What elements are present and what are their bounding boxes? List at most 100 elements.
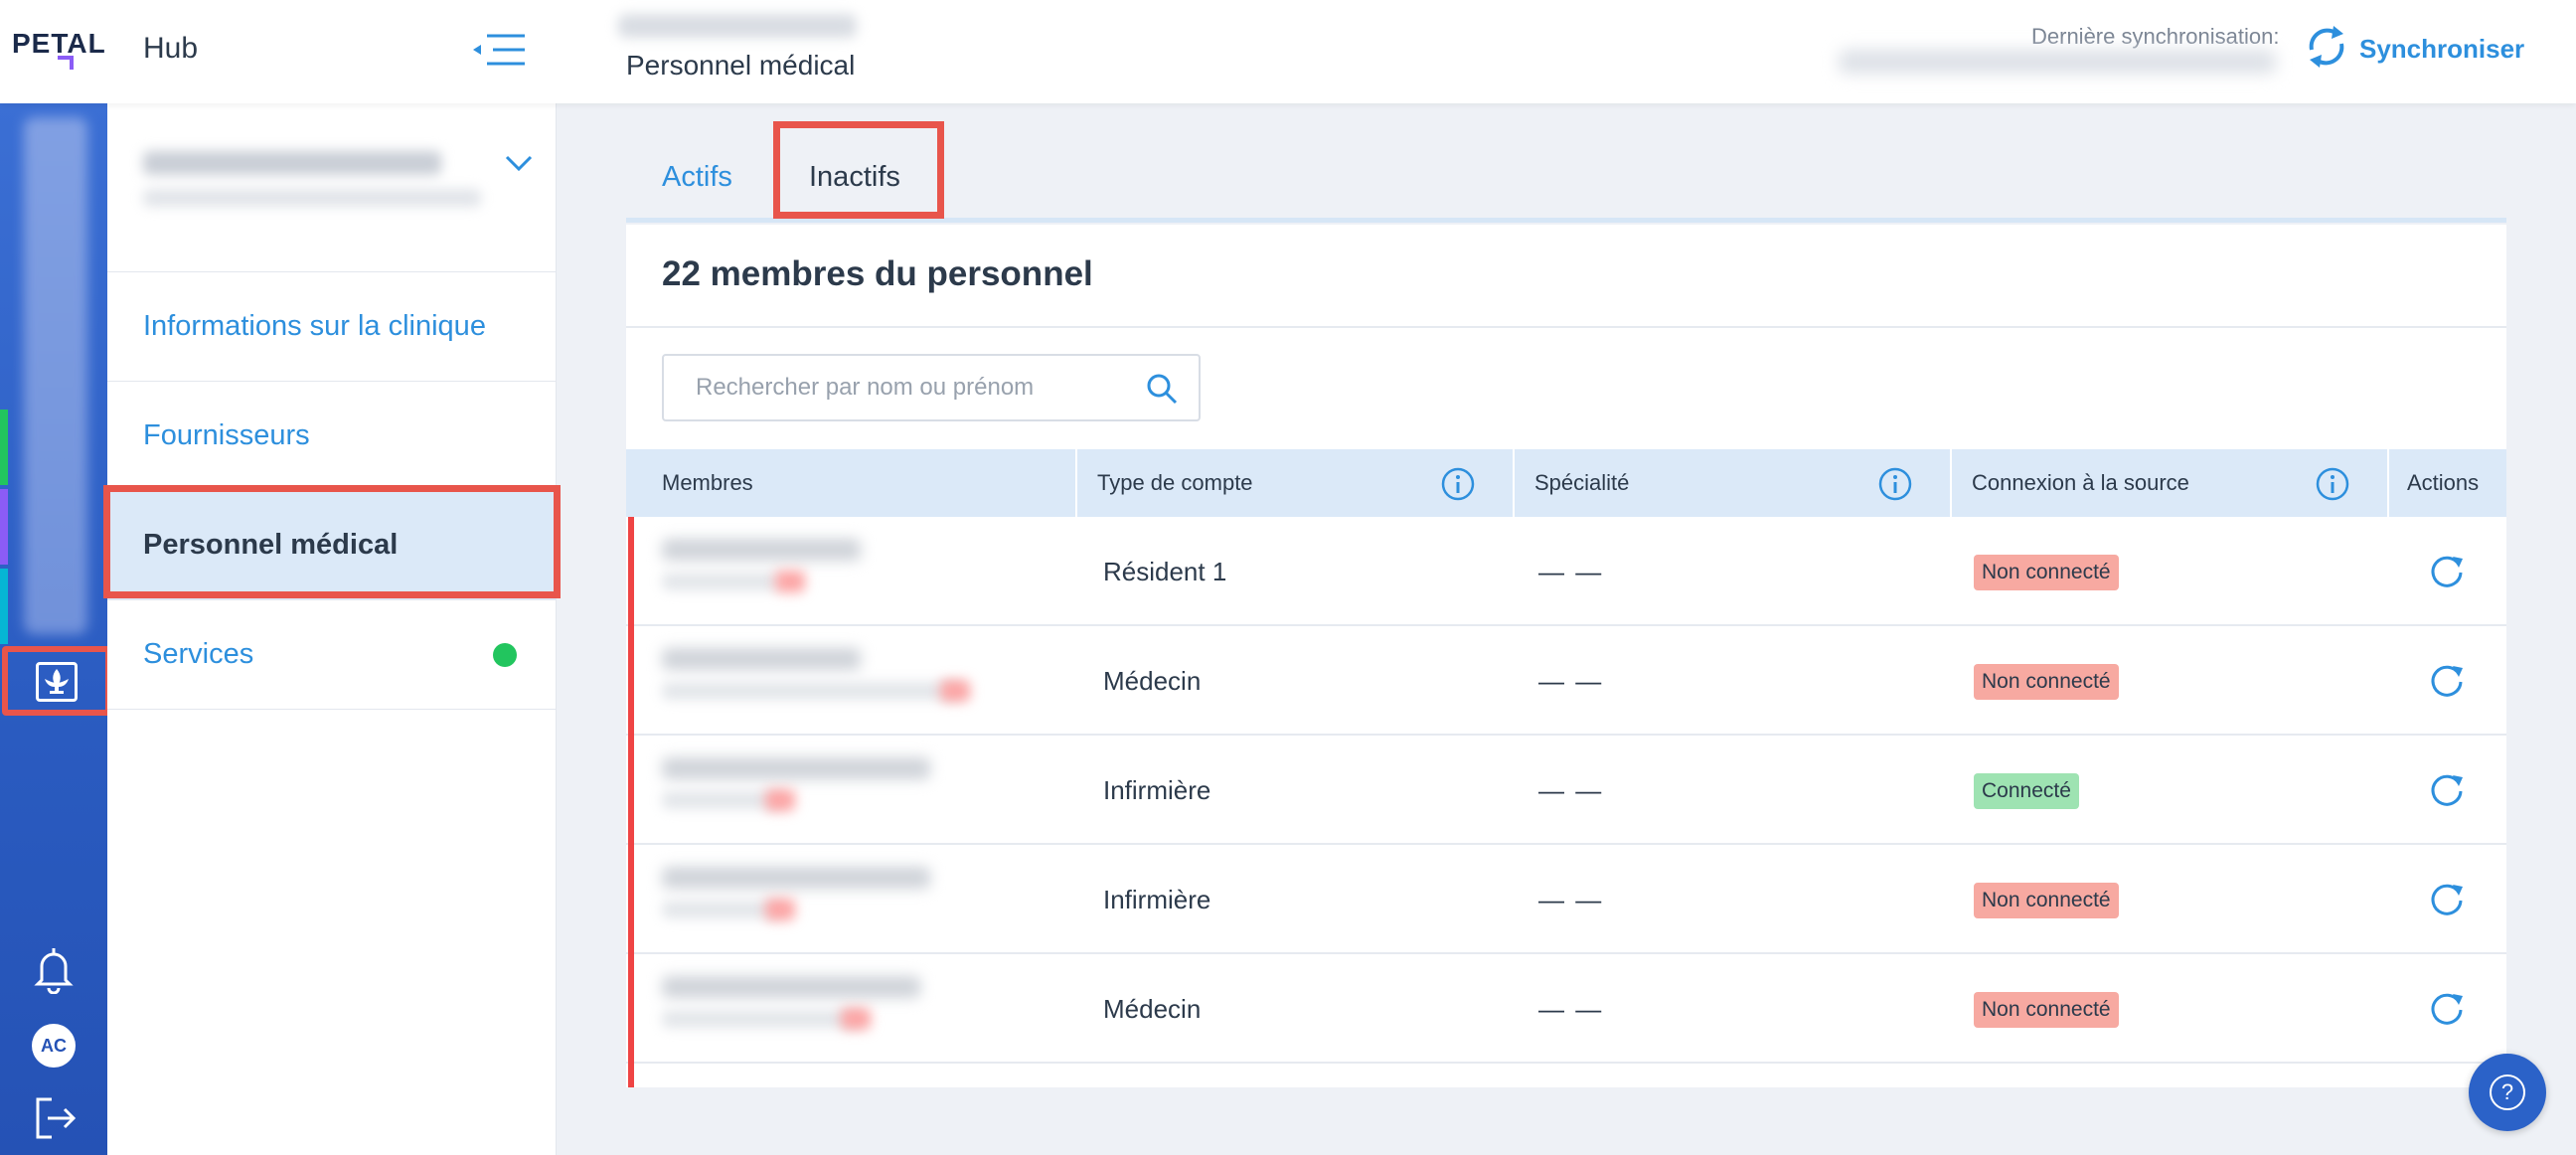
column-separator [1075, 449, 1077, 517]
inactive-indicator [628, 736, 634, 845]
staff-card: 22 membres du personnel Membres Type de … [626, 225, 2506, 1087]
inactive-indicator [628, 1064, 634, 1087]
user-avatar[interactable]: AC [32, 1024, 76, 1068]
blurred-tag [765, 789, 795, 811]
blurred-member-name [662, 867, 930, 889]
inactive-indicator [628, 517, 634, 626]
top-header: PETAL Hub Personnel médical Dernière syn… [0, 0, 2576, 103]
refresh-icon[interactable] [2427, 551, 2467, 590]
table-row-partial [626, 1064, 2506, 1087]
blurred-member-detail [662, 791, 781, 809]
icon-rail: AC [0, 103, 111, 1155]
column-separator [1513, 449, 1515, 517]
inactive-indicator [628, 845, 634, 954]
status-badge: Connecté [1974, 773, 2079, 809]
search-box [662, 354, 1201, 421]
help-icon: ? [2490, 1074, 2525, 1110]
logout-icon[interactable] [32, 1095, 78, 1141]
clinic-icon-button[interactable] [2, 646, 111, 716]
tab-bar: Actifs Inactifs [626, 119, 2506, 223]
blurred-member-detail [662, 901, 781, 918]
sidebar-item-medical-staff[interactable]: Personnel médical [107, 491, 557, 600]
blurred-member-name [662, 539, 861, 561]
table-row[interactable]: Infirmière — — Connecté [626, 736, 2506, 845]
status-badge: Non connecté [1974, 555, 2119, 590]
sidebar-item-suppliers[interactable]: Fournisseurs [107, 382, 557, 491]
speciality: — — [1538, 993, 1604, 1024]
side-navigation: Informations sur la clinique Fournisseur… [103, 103, 561, 1155]
sidebar-item-label: Personnel médical [143, 529, 399, 561]
blurred-member-detail [662, 682, 960, 700]
search-input[interactable] [664, 356, 1131, 419]
tab-inactifs[interactable]: Inactifs [809, 161, 900, 194]
speciality: — — [1538, 884, 1604, 914]
page-title: Personnel médical [626, 50, 856, 81]
search-icon[interactable] [1145, 372, 1179, 406]
last-sync-label: Dernière synchronisation: [2031, 24, 2280, 49]
clinic-selector[interactable] [107, 103, 557, 272]
account-type: Infirmière [1103, 884, 1211, 914]
blurred-tag [940, 680, 970, 702]
refresh-icon[interactable] [2427, 988, 2467, 1028]
divider [626, 326, 2506, 328]
blurred-member-name [662, 757, 930, 779]
hub-title: Hub [143, 32, 199, 65]
sidebar-item-clinic-info[interactable]: Informations sur la clinique [107, 272, 557, 382]
blurred-tag [765, 899, 795, 920]
column-label: Actions [2407, 470, 2480, 495]
info-icon[interactable] [2316, 467, 2349, 501]
blurred-sync-date [1839, 50, 2276, 74]
synchronize-button[interactable]: Synchroniser [2359, 34, 2524, 65]
sync-icon[interactable] [2302, 22, 2351, 72]
refresh-icon[interactable] [2427, 879, 2467, 918]
column-label: Membres [662, 470, 753, 495]
column-header-members: Membres [626, 449, 1075, 517]
table-row[interactable]: Infirmière — — Non connecté [626, 845, 2506, 954]
tab-actifs[interactable]: Actifs [662, 161, 732, 194]
logo-mark [58, 56, 74, 70]
table-header: Membres Type de compte Spécialité Connex… [626, 449, 2506, 517]
chevron-down-icon[interactable] [501, 145, 537, 181]
speciality: — — [1538, 556, 1604, 586]
speciality: — — [1538, 774, 1604, 805]
blurred-breadcrumb [618, 14, 857, 38]
help-button[interactable]: ? [2469, 1054, 2546, 1131]
rail-accent-green [0, 410, 8, 485]
blurred-member-name [662, 648, 861, 670]
status-dot [493, 642, 517, 667]
column-label: Type de compte [1097, 470, 1253, 495]
column-separator [1950, 449, 1952, 517]
account-type: Médecin [1103, 993, 1202, 1024]
bell-icon[interactable] [30, 944, 78, 995]
table-row[interactable]: Médecin — — Non connecté [626, 954, 2506, 1064]
info-icon[interactable] [1878, 467, 1912, 501]
table-row[interactable]: Médecin — — Non connecté [626, 626, 2506, 736]
status-badge: Non connecté [1974, 883, 2119, 918]
blurred-member-name [662, 976, 920, 998]
sidebar-item-services[interactable]: Services [107, 600, 557, 710]
blurred-tag [775, 571, 805, 592]
clinic-icon [36, 662, 78, 702]
table-row[interactable]: Résident 1 — — Non connecté [626, 517, 2506, 626]
rail-accent-purple [0, 489, 8, 565]
column-label: Spécialité [1534, 470, 1630, 495]
blurred-member-detail [662, 1010, 861, 1028]
blurred-clinic-address [143, 189, 481, 207]
refresh-icon[interactable] [2427, 769, 2467, 809]
status-badge: Non connecté [1974, 664, 2119, 700]
blurred-clinic-name [143, 151, 441, 175]
speciality: — — [1538, 665, 1604, 696]
blurred-member-detail [662, 573, 781, 590]
sidebar-item-label: Services [143, 638, 254, 670]
account-type: Infirmière [1103, 774, 1211, 805]
inactive-indicator [628, 954, 634, 1064]
refresh-icon[interactable] [2427, 660, 2467, 700]
column-header-actions: Actions [2387, 449, 2506, 517]
staff-count-title: 22 membres du personnel [662, 254, 1093, 293]
rail-accent-cyan [0, 569, 8, 644]
collapse-menu-icon[interactable] [471, 30, 531, 70]
sidebar-item-label: Informations sur la clinique [143, 310, 486, 342]
blurred-clinic-icons [24, 117, 87, 634]
info-icon[interactable] [1441, 467, 1475, 501]
column-label: Connexion à la source [1972, 470, 2189, 495]
